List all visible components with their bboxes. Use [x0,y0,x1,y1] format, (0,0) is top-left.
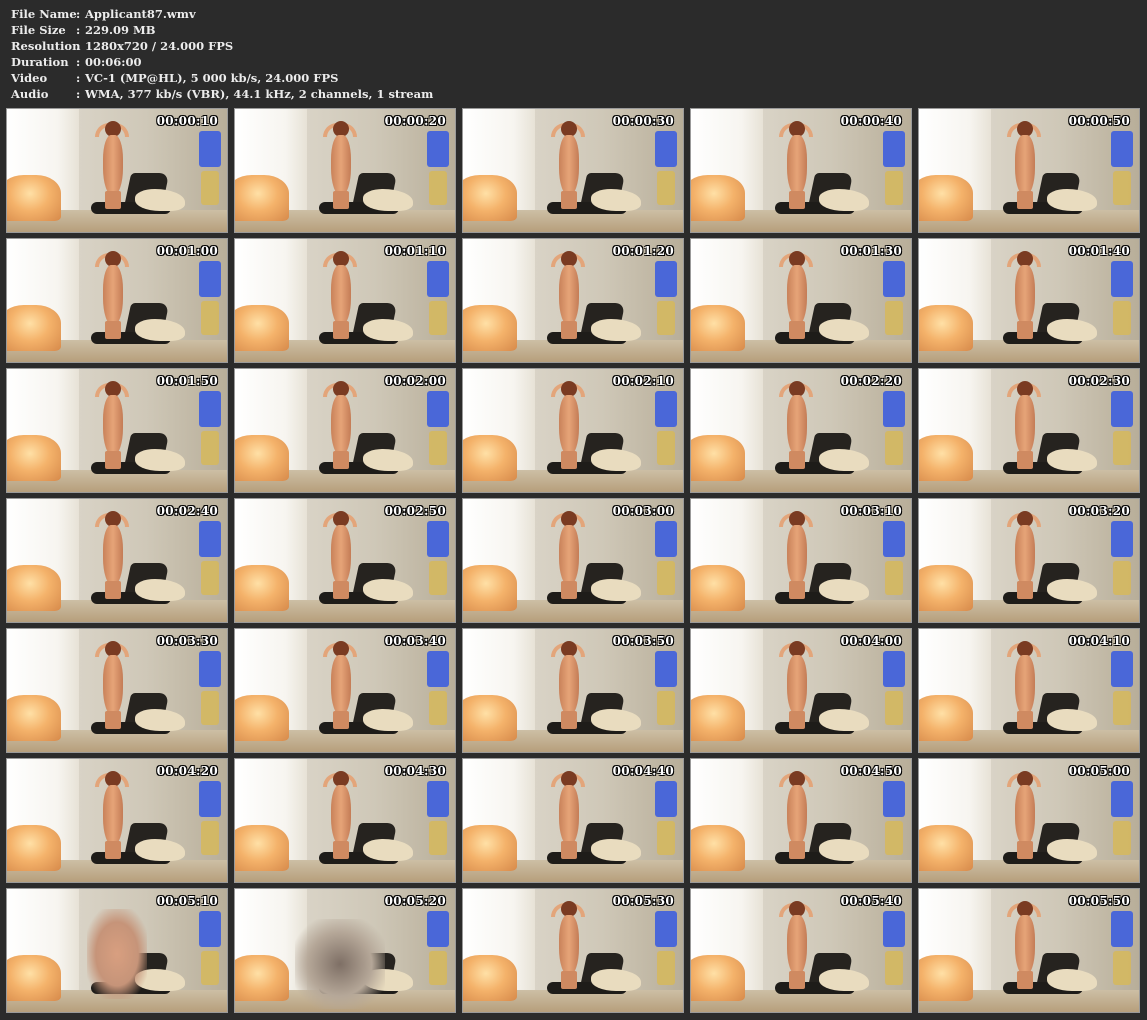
video-thumbnail: 00:01:50 [6,368,228,493]
thumbnail-timestamp: 00:03:00 [612,504,674,518]
thumbnail-timestamp: 00:05:40 [840,894,902,908]
thumbnail-timestamp: 00:02:10 [612,374,674,388]
info-key: Duration [11,55,69,69]
info-value: VC-1 (MP@HL), 5 000 kb/s, 24.000 FPS [85,71,339,85]
thumbnail-timestamp: 00:00:40 [840,114,902,128]
info-value: 00:06:00 [85,55,142,69]
thumbnail-timestamp: 00:01:00 [156,244,218,258]
video-thumbnail: 00:03:50 [462,628,684,753]
thumbnail-timestamp: 00:01:20 [612,244,674,258]
video-thumbnail: 00:01:00 [6,238,228,363]
video-thumbnail: 00:04:10 [918,628,1140,753]
thumbnail-timestamp: 00:05:50 [1068,894,1130,908]
video-thumbnail: 00:02:10 [462,368,684,493]
video-thumbnail: 00:01:30 [690,238,912,363]
video-thumbnail: 00:04:40 [462,758,684,883]
video-thumbnail: 00:04:20 [6,758,228,883]
thumbnail-timestamp: 00:04:10 [1068,634,1130,648]
video-thumbnail: 00:05:10 [6,888,228,1013]
video-thumbnail: 00:02:00 [234,368,456,493]
info-row-video: Video : VC-1 (MP@HL), 5 000 kb/s, 24.000… [11,70,433,86]
info-key: File Name [11,7,77,21]
thumbnail-timestamp: 00:00:20 [384,114,446,128]
info-separator: : [76,87,81,101]
thumbnail-timestamp: 00:05:20 [384,894,446,908]
video-thumbnail: 00:03:10 [690,498,912,623]
video-thumbnail: 00:03:20 [918,498,1140,623]
info-row-file-name: File Name : Applicant87.wmv [11,6,433,22]
thumbnail-grid: 00:00:10 00:00:20 00:00:30 00:00:40 00:00:50… [6,108,1140,1013]
info-separator: : [76,7,81,21]
info-value: 229.09 MB [85,23,156,37]
thumbnail-timestamp: 00:02:30 [1068,374,1130,388]
video-thumbnail: 00:02:40 [6,498,228,623]
thumbnail-timestamp: 00:03:40 [384,634,446,648]
info-key: Resolution [11,39,81,53]
thumbnail-timestamp: 00:00:10 [156,114,218,128]
video-thumbnail: 00:05:20 [234,888,456,1013]
info-row-resolution: Resolution : 1280x720 / 24.000 FPS [11,38,433,54]
thumbnail-timestamp: 00:03:10 [840,504,902,518]
info-key: Video [11,71,48,85]
video-thumbnail: 00:01:20 [462,238,684,363]
video-thumbnail: 00:02:20 [690,368,912,493]
info-value: WMA, 377 kb/s (VBR), 44.1 kHz, 2 channel… [85,87,434,101]
video-thumbnail: 00:01:10 [234,238,456,363]
video-thumbnail: 00:00:30 [462,108,684,233]
video-thumbnail: 00:03:00 [462,498,684,623]
thumbnail-timestamp: 00:05:30 [612,894,674,908]
video-thumbnail: 00:05:30 [462,888,684,1013]
video-thumbnail: 00:00:10 [6,108,228,233]
contact-sheet: File Name : Applicant87.wmv File Size : … [0,0,1147,1020]
thumbnail-timestamp: 00:02:00 [384,374,446,388]
thumbnail-timestamp: 00:01:30 [840,244,902,258]
thumbnail-timestamp: 00:01:10 [384,244,446,258]
video-thumbnail: 00:03:40 [234,628,456,753]
video-thumbnail: 00:02:50 [234,498,456,623]
video-thumbnail: 00:04:00 [690,628,912,753]
thumbnail-timestamp: 00:04:50 [840,764,902,778]
video-thumbnail: 00:03:30 [6,628,228,753]
video-thumbnail: 00:05:00 [918,758,1140,883]
thumbnail-timestamp: 00:01:40 [1068,244,1130,258]
thumbnail-timestamp: 00:00:30 [612,114,674,128]
info-row-file-size: File Size : 229.09 MB [11,22,433,38]
video-thumbnail: 00:05:50 [918,888,1140,1013]
thumbnail-timestamp: 00:03:20 [1068,504,1130,518]
video-thumbnail: 00:02:30 [918,368,1140,493]
thumbnail-timestamp: 00:03:50 [612,634,674,648]
info-key: Audio [11,87,49,101]
info-key: File Size [11,23,66,37]
video-thumbnail: 00:01:40 [918,238,1140,363]
thumbnail-timestamp: 00:02:50 [384,504,446,518]
info-row-audio: Audio : WMA, 377 kb/s (VBR), 44.1 kHz, 2… [11,86,433,102]
video-thumbnail: 00:05:40 [690,888,912,1013]
info-row-duration: Duration : 00:06:00 [11,54,433,70]
thumbnail-timestamp: 00:02:40 [156,504,218,518]
thumbnail-timestamp: 00:05:00 [1068,764,1130,778]
thumbnail-timestamp: 00:00:50 [1068,114,1130,128]
info-separator: : [76,71,81,85]
info-separator: : [76,39,81,53]
info-separator: : [76,23,81,37]
thumbnail-timestamp: 00:04:00 [840,634,902,648]
video-thumbnail: 00:00:20 [234,108,456,233]
thumbnail-timestamp: 00:05:10 [156,894,218,908]
info-value: 1280x720 / 24.000 FPS [85,39,234,53]
thumbnail-timestamp: 00:04:20 [156,764,218,778]
info-value: Applicant87.wmv [85,7,196,21]
thumbnail-timestamp: 00:02:20 [840,374,902,388]
video-thumbnail: 00:00:50 [918,108,1140,233]
video-thumbnail: 00:00:40 [690,108,912,233]
file-info-panel: File Name : Applicant87.wmv File Size : … [11,6,433,102]
thumbnail-timestamp: 00:01:50 [156,374,218,388]
thumbnail-timestamp: 00:03:30 [156,634,218,648]
thumbnail-timestamp: 00:04:40 [612,764,674,778]
info-separator: : [76,55,81,69]
video-thumbnail: 00:04:30 [234,758,456,883]
thumbnail-timestamp: 00:04:30 [384,764,446,778]
video-thumbnail: 00:04:50 [690,758,912,883]
